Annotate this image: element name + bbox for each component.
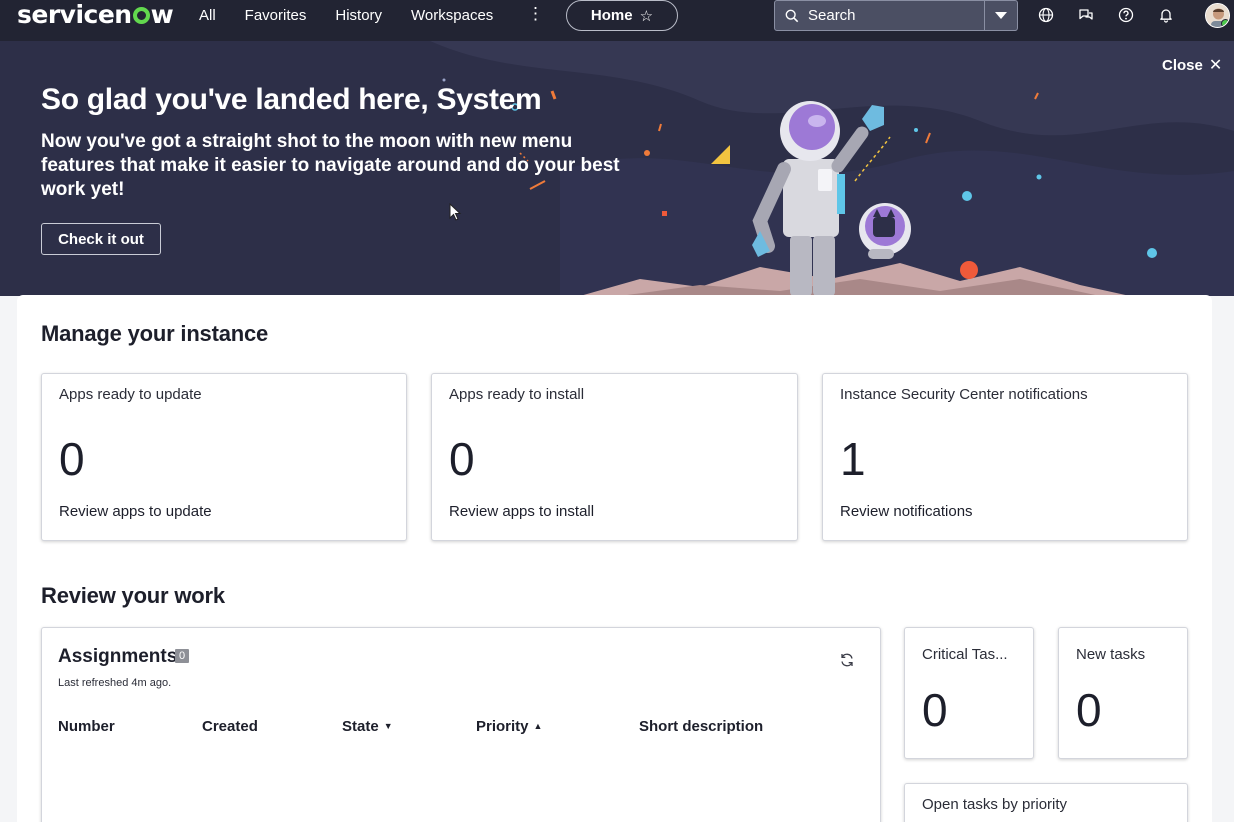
nav-all[interactable]: All: [199, 7, 216, 24]
card-title: Apps ready to update: [59, 386, 202, 403]
column-header-short-description[interactable]: Short description: [639, 718, 763, 735]
chat-icon[interactable]: [1078, 7, 1094, 23]
column-header-priority[interactable]: Priority ▲: [476, 718, 542, 735]
check-it-out-button[interactable]: Check it out: [41, 223, 161, 255]
card-value: 0: [922, 684, 948, 736]
assignments-widget: Assignments 0 Last refreshed 4m ago. Num…: [41, 627, 881, 822]
review-apps-update-link[interactable]: Review apps to update: [59, 503, 212, 520]
home-tab[interactable]: Home ☆: [566, 0, 678, 31]
nav-history[interactable]: History: [335, 7, 382, 24]
last-refreshed-text: Last refreshed 4m ago.: [58, 677, 172, 689]
card-title: Instance Security Center notifications: [840, 386, 1088, 403]
home-label: Home: [590, 7, 633, 24]
assignments-count-badge: 0: [175, 649, 190, 663]
review-notifications-link[interactable]: Review notifications: [840, 503, 973, 520]
critical-tasks-card[interactable]: Critical Tas... 0: [904, 627, 1034, 759]
state-label: State: [342, 718, 379, 735]
globe-icon[interactable]: [1038, 7, 1054, 23]
review-heading: Review your work: [41, 583, 225, 608]
card-title: Critical Tas...: [922, 646, 1008, 663]
bell-icon[interactable]: [1158, 7, 1174, 23]
search-icon: [785, 9, 799, 22]
welcome-banner: So glad you've landed here, System Now y…: [0, 41, 1234, 296]
close-label: Close: [1162, 56, 1203, 74]
nav-links: All Favorites History Workspaces: [199, 0, 522, 30]
column-header-created[interactable]: Created: [202, 718, 258, 735]
priority-label: Priority: [476, 718, 529, 735]
card-value: 1: [840, 433, 866, 485]
nav-workspaces[interactable]: Workspaces: [411, 7, 493, 24]
card-value: 0: [1076, 684, 1102, 736]
review-apps-install-link[interactable]: Review apps to install: [449, 503, 594, 520]
welcome-title: So glad you've landed here, System: [41, 83, 542, 116]
search-scope-dropdown[interactable]: [984, 1, 1017, 30]
card-title: Open tasks by priority: [922, 796, 1068, 813]
close-banner-button[interactable]: Close ✕: [1162, 55, 1222, 75]
column-header-state[interactable]: State ▼: [342, 718, 393, 735]
search-input[interactable]: Search: [808, 7, 984, 24]
assignments-title: Assignments: [58, 646, 178, 667]
card-title: New tasks: [1076, 646, 1146, 663]
refresh-icon[interactable]: [839, 652, 855, 668]
card-title: Apps ready to install: [449, 386, 585, 403]
search-bar[interactable]: Search: [774, 0, 1018, 31]
close-icon: ✕: [1208, 57, 1223, 74]
sort-ascending-icon: ▲: [533, 721, 543, 731]
card-value: 0: [449, 433, 475, 485]
mouse-cursor-icon: [449, 203, 462, 221]
chevron-down-icon: [995, 11, 1007, 19]
user-avatar[interactable]: [1205, 3, 1230, 28]
help-icon[interactable]: [1118, 7, 1134, 23]
security-notifications-card[interactable]: Instance Security Center notifications 1…: [822, 373, 1188, 541]
column-header-number[interactable]: Number: [58, 718, 115, 735]
star-icon[interactable]: ☆: [640, 7, 653, 25]
nav-favorites[interactable]: Favorites: [245, 7, 307, 24]
apps-update-card[interactable]: Apps ready to update 0 Review apps to up…: [41, 373, 407, 541]
servicenow-logo[interactable]: servicen w: [17, 0, 174, 30]
new-tasks-card[interactable]: New tasks 0: [1058, 627, 1188, 759]
card-value: 0: [59, 433, 85, 485]
welcome-subtitle: Now you've got a straight shot to the mo…: [41, 131, 620, 200]
online-status-icon: [1221, 19, 1229, 27]
manage-heading: Manage your instance: [41, 321, 269, 346]
home-content-panel: Manage your instance Apps ready to updat…: [17, 295, 1212, 822]
more-menu-icon[interactable]: ⋮: [527, 5, 544, 23]
open-tasks-by-priority-card[interactable]: Open tasks by priority: [904, 783, 1188, 822]
apps-install-card[interactable]: Apps ready to install 0 Review apps to i…: [431, 373, 798, 541]
top-navigation-bar: servicen w All Favorites History Workspac…: [0, 0, 1234, 41]
sort-descending-icon: ▼: [383, 721, 393, 731]
